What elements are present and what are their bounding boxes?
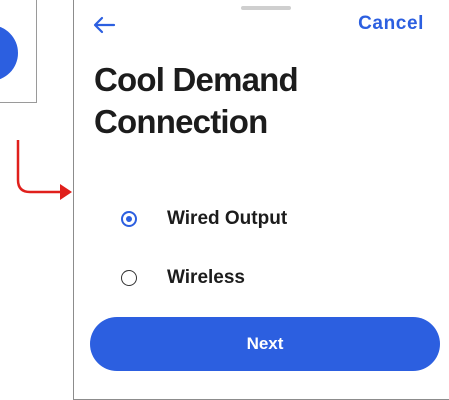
cancel-button[interactable]: Cancel: [358, 13, 424, 35]
page-title: Cool Demand Connection: [94, 59, 394, 143]
flow-arrow-icon: [16, 140, 72, 200]
radio-unselected-icon[interactable]: [121, 270, 137, 286]
previous-screen-button: [0, 25, 18, 81]
arrow-left-icon[interactable]: [92, 15, 116, 35]
previous-screen-fragment: [0, 0, 37, 103]
next-button[interactable]: Next: [90, 317, 440, 371]
page-title-line-2: Connection: [94, 103, 268, 140]
option-label: Wired Output: [167, 208, 288, 229]
option-label: Wireless: [167, 267, 245, 288]
drag-handle: [241, 6, 291, 10]
option-wireless[interactable]: Wireless: [121, 267, 245, 289]
page-title-line-1: Cool Demand: [94, 61, 299, 98]
radio-selected-icon[interactable]: [121, 211, 137, 227]
cool-demand-connection-screen: Cancel Cool Demand Connection Wired Outp…: [73, 0, 449, 400]
option-wired-output[interactable]: Wired Output: [121, 208, 287, 230]
